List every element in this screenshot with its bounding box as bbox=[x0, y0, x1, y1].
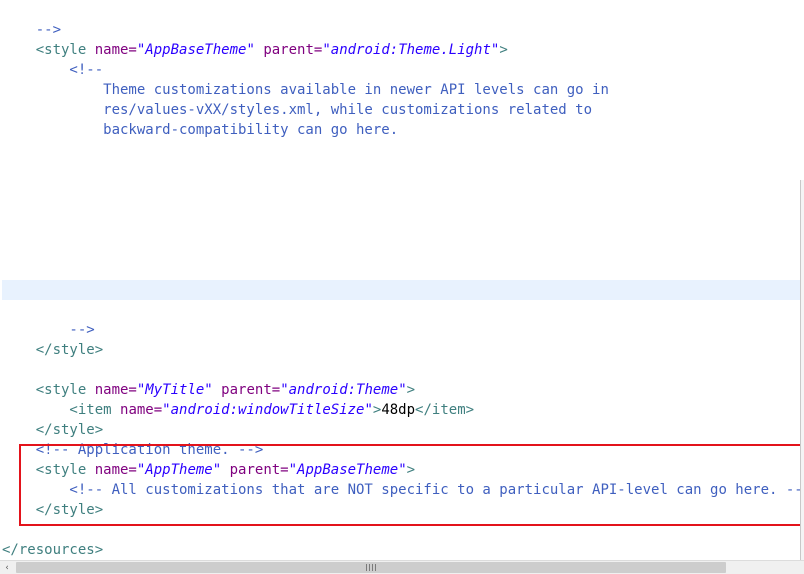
highlight-annotation-box bbox=[19, 444, 800, 526]
code-token-tag: </style> bbox=[2, 342, 104, 358]
code-token-tag: > bbox=[499, 42, 508, 58]
grip-lines-icon bbox=[366, 564, 376, 571]
code-token-attr: name= bbox=[94, 382, 137, 398]
code-token-val: "android:Theme.Light" bbox=[322, 42, 500, 58]
code-token-com: --> bbox=[2, 322, 95, 338]
code-token-com: <!-- bbox=[2, 62, 104, 78]
code-line[interactable]: Theme customizations available in newer … bbox=[2, 80, 609, 100]
code-token-attr: name= bbox=[94, 42, 137, 58]
code-line[interactable]: </resources> bbox=[2, 540, 103, 560]
current-line-highlight bbox=[2, 280, 800, 300]
code-line[interactable]: backward-compatibility can go here. bbox=[2, 120, 398, 140]
scroll-left-arrow-icon[interactable]: ‹ bbox=[0, 561, 14, 574]
xml-editor[interactable]: --> <style name="AppBaseTheme" parent="a… bbox=[0, 0, 800, 560]
code-token-tag: <style bbox=[2, 42, 95, 58]
code-token-com: res/values-vXX/styles.xml, while customi… bbox=[2, 102, 593, 118]
code-token-text: 48dp bbox=[381, 402, 416, 418]
vertical-scrollbar-track-top bbox=[800, 0, 804, 180]
code-line[interactable]: <style name="AppBaseTheme" parent="andro… bbox=[2, 40, 508, 60]
code-line[interactable]: --> bbox=[2, 20, 61, 40]
code-line[interactable]: <!-- bbox=[2, 60, 103, 80]
code-token-attr: name= bbox=[120, 402, 163, 418]
code-token-com: Theme customizations available in newer … bbox=[2, 82, 609, 98]
code-line[interactable]: res/values-vXX/styles.xml, while customi… bbox=[2, 100, 592, 120]
code-token-tag: </style> bbox=[2, 422, 104, 438]
code-token-val: "AppBaseTheme" bbox=[136, 42, 255, 58]
code-token-com: --> bbox=[2, 22, 62, 38]
vertical-scrollbar[interactable] bbox=[800, 180, 804, 560]
code-line[interactable]: <style name="MyTitle" parent="android:Th… bbox=[2, 380, 415, 400]
code-token-com: backward-compatibility can go here. bbox=[2, 122, 399, 138]
code-line[interactable]: </style> bbox=[2, 340, 103, 360]
code-line[interactable]: <item name="android:windowTitleSize">48d… bbox=[2, 400, 474, 420]
code-token-tag bbox=[213, 382, 221, 398]
horizontal-scrollbar[interactable]: ‹ bbox=[0, 560, 804, 574]
code-token-tag: </item> bbox=[415, 402, 475, 418]
code-token-tag: <style bbox=[2, 382, 95, 398]
horizontal-scrollbar-thumb[interactable] bbox=[16, 562, 726, 573]
code-token-val: "MyTitle" bbox=[136, 382, 213, 398]
code-token-val: "android:windowTitleSize" bbox=[162, 402, 373, 418]
code-token-attr: parent= bbox=[221, 382, 281, 398]
code-line[interactable]: </style> bbox=[2, 420, 103, 440]
code-token-tag: </resources> bbox=[2, 542, 104, 558]
code-token-tag: <item bbox=[2, 402, 121, 418]
code-token-attr: parent= bbox=[263, 42, 323, 58]
code-token-val: "android:Theme" bbox=[280, 382, 407, 398]
code-token-tag: > bbox=[406, 382, 416, 398]
code-line[interactable]: --> bbox=[2, 320, 95, 340]
